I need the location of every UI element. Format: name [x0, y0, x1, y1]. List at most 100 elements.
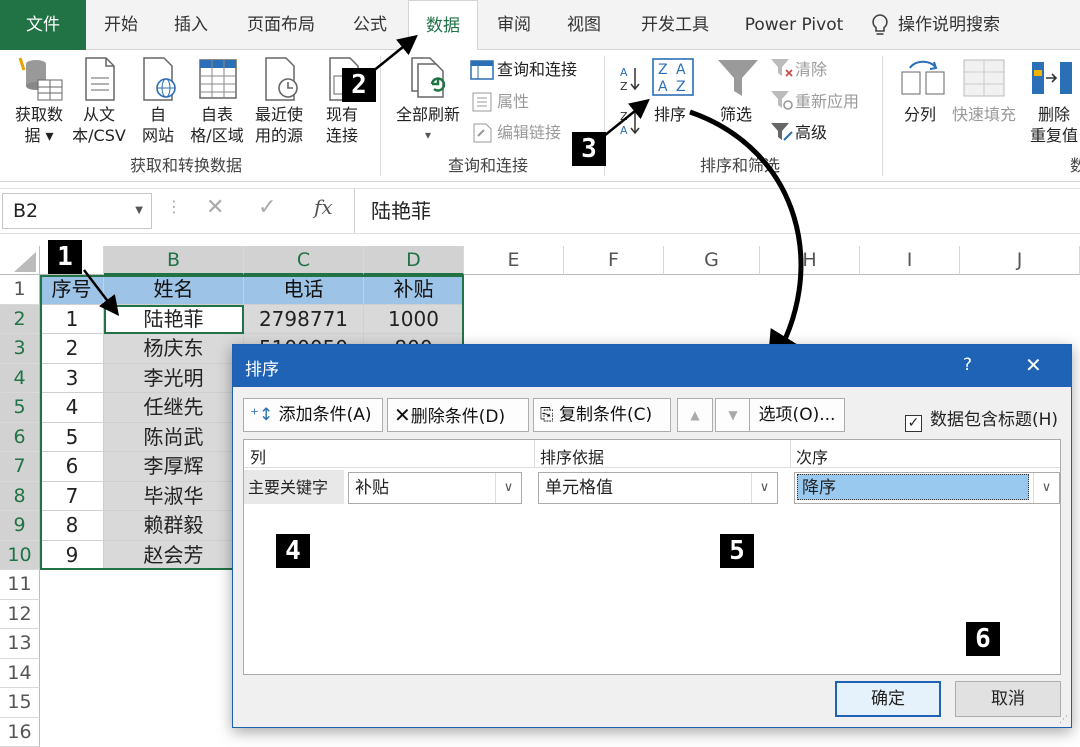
sort-on-select[interactable]: 单元格值∨ [538, 472, 778, 504]
column-header-i[interactable]: I [860, 246, 960, 275]
column-header-h[interactable]: H [760, 246, 860, 275]
row-header[interactable]: 3 [0, 334, 40, 364]
name-box[interactable]: B2▼ [2, 193, 152, 229]
row-header[interactable]: 13 [0, 629, 40, 659]
cell-name[interactable]: 赵会芳 [104, 541, 244, 571]
get-data-button[interactable]: 获取数据 ▾ [8, 104, 70, 146]
refresh-all-button[interactable]: 全部刷新▾ [390, 104, 466, 146]
select-all-corner[interactable] [0, 246, 40, 275]
row-header[interactable]: 9 [0, 511, 40, 541]
tab-formulas[interactable]: 公式 [342, 0, 398, 50]
recent-sources-button[interactable]: 最近使用的源 [248, 104, 310, 146]
header-cell-name[interactable]: 姓名 [104, 275, 244, 305]
tab-home[interactable]: 开始 [90, 0, 152, 50]
confirm-entry-icon[interactable]: ✓ [258, 195, 276, 220]
cell-name[interactable]: 陆艳菲 [104, 305, 244, 335]
cell-name[interactable]: 赖群毅 [104, 511, 244, 541]
tab-developer[interactable]: 开发工具 [630, 0, 720, 50]
clear-button[interactable]: 清除 [795, 59, 827, 80]
cell-name[interactable]: 杨庆东 [104, 334, 244, 364]
cell-seq[interactable]: 9 [40, 541, 104, 571]
flash-fill-button[interactable]: 快速填充 [952, 104, 1016, 125]
header-cell-seq[interactable]: 序号 [40, 275, 104, 305]
text-to-columns-button[interactable]: 分列 [904, 104, 936, 125]
tab-file[interactable]: 文件 [0, 0, 86, 50]
sort-button[interactable]: 排序 [654, 104, 686, 125]
tab-page-layout[interactable]: 页面布局 [236, 0, 326, 50]
from-text-csv-button[interactable]: 从文本/CSV [68, 104, 130, 146]
cell-name[interactable]: 李光明 [104, 364, 244, 394]
cell-name[interactable]: 陈尚武 [104, 423, 244, 453]
tab-review[interactable]: 审阅 [486, 0, 542, 50]
column-header-g[interactable]: G [664, 246, 760, 275]
row-header[interactable]: 5 [0, 393, 40, 423]
tab-view[interactable]: 视图 [556, 0, 612, 50]
options-button[interactable]: 选项(O)... [749, 398, 845, 432]
insert-function-icon[interactable]: fx [314, 195, 333, 219]
row-header[interactable]: 11 [0, 570, 40, 600]
sort-key-select[interactable]: 补贴∨ [348, 472, 522, 504]
tell-me-search[interactable]: 操作说明搜索 [870, 0, 1070, 50]
column-header-e[interactable]: E [464, 246, 564, 275]
cell-seq[interactable]: 7 [40, 482, 104, 512]
row-header[interactable]: 14 [0, 659, 40, 689]
close-icon[interactable]: ✕ [1025, 353, 1042, 377]
cancel-button[interactable]: 取消 [955, 681, 1061, 717]
delete-level-button[interactable]: ✕删除条件(D) [387, 398, 529, 432]
cell-seq[interactable]: 6 [40, 452, 104, 482]
cell-seq[interactable]: 2 [40, 334, 104, 364]
filter-button[interactable]: 筛选 [720, 104, 752, 125]
cell-phone[interactable]: 2798771 [244, 305, 364, 335]
help-icon[interactable]: ? [963, 355, 972, 375]
from-web-button[interactable]: 自网站 [130, 104, 186, 146]
column-header-c[interactable]: C [244, 246, 364, 275]
ok-button[interactable]: 确定 [835, 681, 941, 717]
queries-connections-button[interactable]: 查询和连接 [497, 59, 577, 80]
column-header-j[interactable]: J [960, 246, 1080, 275]
properties-button[interactable]: 属性 [497, 91, 529, 112]
cell-name[interactable]: 任继先 [104, 393, 244, 423]
from-table-range-button[interactable]: 自表格/区域 [186, 104, 248, 146]
cell-seq[interactable]: 3 [40, 364, 104, 394]
cell-seq[interactable]: 1 [40, 305, 104, 335]
cell-subsidy[interactable]: 1000 [364, 305, 464, 335]
row-header[interactable]: 12 [0, 600, 40, 630]
row-header[interactable]: 2 [0, 305, 40, 335]
move-up-button[interactable]: ▲ [677, 398, 713, 432]
reapply-button[interactable]: 重新应用 [795, 91, 859, 112]
row-header[interactable]: 10 [0, 541, 40, 571]
row-header[interactable]: 16 [0, 718, 40, 747]
cell-seq[interactable]: 4 [40, 393, 104, 423]
tab-data[interactable]: 数据 [408, 0, 478, 51]
column-header-d[interactable]: D [364, 246, 464, 275]
existing-connections-button[interactable]: 现有连接 [314, 104, 370, 146]
header-cell-phone[interactable]: 电话 [244, 275, 364, 305]
remove-duplicates-button[interactable]: 删除重复值 [1024, 104, 1080, 146]
cell-name[interactable]: 李厚辉 [104, 452, 244, 482]
column-header-f[interactable]: F [564, 246, 664, 275]
has-headers-checkbox[interactable]: ✓数据包含标题(H) [905, 405, 1058, 432]
sort-order-select[interactable]: 降序∨ [794, 472, 1060, 504]
formula-input[interactable]: 陆艳菲 [354, 189, 1080, 233]
add-level-button[interactable]: ⁺↕ 添加条件(A) [243, 398, 383, 432]
row-header[interactable]: 15 [0, 688, 40, 718]
cancel-entry-icon[interactable]: ✕ [206, 195, 224, 220]
cell-name[interactable]: 毕淑华 [104, 482, 244, 512]
header-cell-subsidy[interactable]: 补贴 [364, 275, 464, 305]
cell-seq[interactable]: 5 [40, 423, 104, 453]
copy-level-button[interactable]: ⎘ 复制条件(C) [533, 398, 671, 432]
column-header-b[interactable]: B [104, 246, 244, 275]
advanced-button[interactable]: 高级 [795, 122, 827, 143]
tab-power-pivot[interactable]: Power Pivot [736, 0, 852, 50]
row-header[interactable]: 7 [0, 452, 40, 482]
cell-seq[interactable]: 8 [40, 511, 104, 541]
move-down-button[interactable]: ▼ [715, 398, 751, 432]
row-header[interactable]: 1 [0, 275, 40, 305]
row-header[interactable]: 6 [0, 423, 40, 453]
row-header[interactable]: 8 [0, 482, 40, 512]
resize-grip-icon[interactable]: ⋰ [1059, 715, 1068, 725]
svg-text:Z: Z [676, 79, 686, 95]
edit-links-button[interactable]: 编辑链接 [497, 122, 561, 143]
tab-insert[interactable]: 插入 [160, 0, 222, 50]
row-header[interactable]: 4 [0, 364, 40, 394]
